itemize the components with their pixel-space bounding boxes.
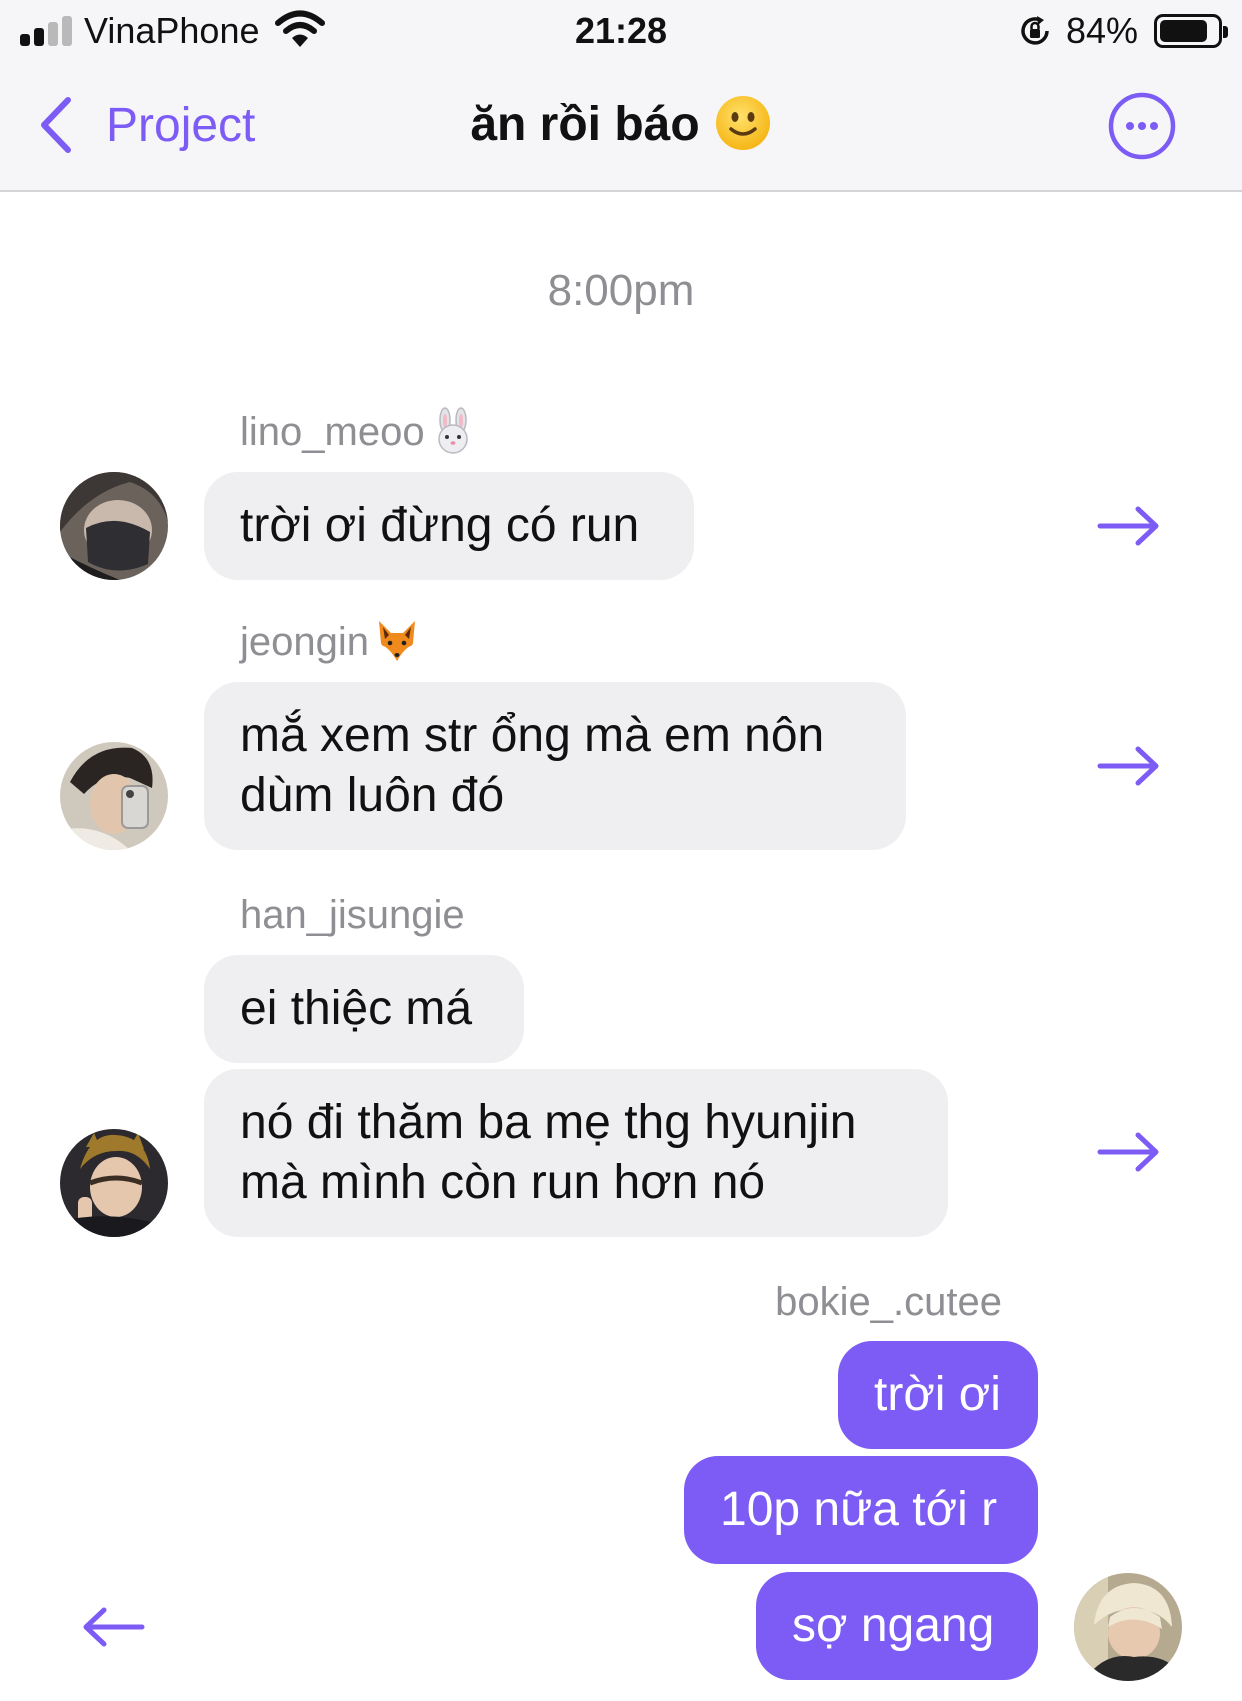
sender-name: lino_meoo	[240, 407, 477, 455]
avatar-photo	[1074, 1573, 1182, 1681]
message-bubble[interactable]: mắ xem str ổng mà em nôn dùm luôn đó	[204, 682, 906, 850]
orientation-lock-icon	[1021, 16, 1049, 45]
chat-title-text: ăn rồi báo	[470, 98, 700, 151]
avatar[interactable]	[60, 472, 168, 580]
fox-face-emoji	[379, 621, 416, 664]
sender-name-text: jeongin	[240, 620, 370, 664]
battery-percent: 84%	[1066, 10, 1139, 51]
rabbit-face-emoji	[437, 407, 468, 455]
avatar-photo	[60, 1129, 168, 1237]
avatar-photo	[60, 472, 168, 580]
sender-name: bokie_.cutee	[775, 1280, 1002, 1324]
status-time: 21:28	[574, 10, 668, 51]
avatar-photo	[60, 742, 168, 850]
avatar[interactable]	[60, 742, 168, 850]
message-bubble[interactable]: trời ơi đừng có run	[204, 472, 694, 580]
slightly-smiling-face-emoji	[715, 96, 770, 151]
message-bubble[interactable]: 10p nữa tới r	[684, 1456, 1038, 1564]
forward-arrow-icon[interactable]	[1096, 505, 1162, 547]
forward-arrow-icon[interactable]	[1096, 1131, 1162, 1173]
message-bubble[interactable]: nó đi thăm ba mẹ thg hyunjin mà mình còn…	[204, 1069, 948, 1237]
navigation-bar: Project ăn rồi báo	[0, 62, 1242, 192]
avatar[interactable]	[1074, 1573, 1182, 1681]
forward-arrow-icon[interactable]	[1096, 745, 1162, 787]
sender-name: jeongin	[240, 620, 421, 665]
status-bar: VinaPhone 21:28 84%	[0, 0, 1242, 62]
message-bubble[interactable]: sợ ngang	[756, 1572, 1038, 1680]
message-timestamp: 8:00pm	[547, 266, 695, 315]
more-options-button[interactable]	[1106, 90, 1178, 162]
sender-name: han_jisungie	[240, 893, 465, 937]
message-bubble[interactable]: ei thiệc má	[204, 955, 524, 1063]
battery-icon	[1154, 14, 1228, 48]
chat-title: ăn rồi báo	[0, 96, 1242, 152]
avatar[interactable]	[60, 1129, 168, 1237]
message-bubble[interactable]: trời ơi	[838, 1341, 1038, 1449]
back-arrow-icon[interactable]	[80, 1606, 146, 1648]
sender-name-text: lino_meoo	[240, 410, 425, 454]
